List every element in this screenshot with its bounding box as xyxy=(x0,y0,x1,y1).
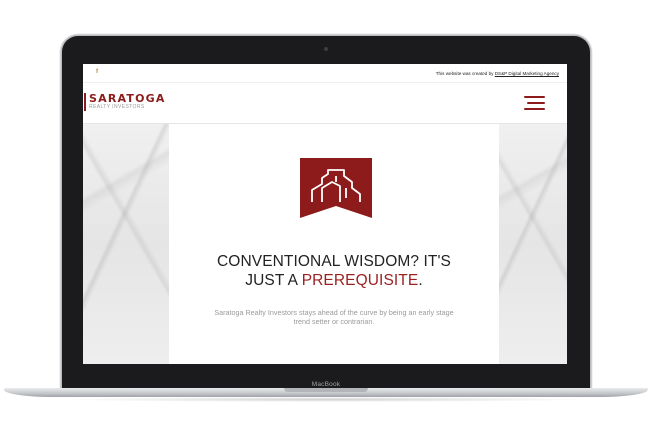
headline-line-1: CONVENTIONAL WISDOM? IT'S xyxy=(217,253,451,270)
building-emblem-icon xyxy=(300,158,372,218)
menu-line xyxy=(527,102,545,104)
laptop-screen: f This website was created by DS&P Digit… xyxy=(83,64,567,364)
menu-line xyxy=(524,96,545,98)
headline-prefix: JUST A xyxy=(245,272,302,289)
site-header: SARATOGA REALTY INVESTORS xyxy=(83,83,567,124)
logo-subtitle: REALTY INVESTORS xyxy=(89,104,145,110)
site-credit-prefix: This website was created by xyxy=(435,71,495,76)
site-credit: This website was created by DS&P Digital… xyxy=(436,71,559,76)
facebook-icon[interactable]: f xyxy=(96,69,98,75)
hero-content: CONVENTIONAL WISDOM? IT'S JUST A PREREQU… xyxy=(169,124,499,364)
laptop-opening-notch xyxy=(284,388,368,392)
logo-name: SARATOGA xyxy=(89,92,166,105)
marble-background-right xyxy=(499,124,567,364)
agency-link[interactable]: DS&P Digital Marketing Agency xyxy=(495,71,559,76)
headline-accent: PREREQUISITE xyxy=(301,272,419,289)
marble-background-left xyxy=(83,124,169,364)
laptop-shadow xyxy=(60,397,592,402)
hero-headline: CONVENTIONAL WISDOM? IT'S JUST A PREREQU… xyxy=(169,252,499,290)
headline-line-2: JUST A PREREQUISITE. xyxy=(169,271,499,290)
webcam xyxy=(324,47,328,51)
site-logo[interactable]: SARATOGA REALTY INVESTORS xyxy=(84,93,166,111)
hero-tagline: Saratoga Realty Investors stays ahead of… xyxy=(214,308,454,326)
laptop-brand-label: MacBook xyxy=(311,381,341,388)
headline-suffix: . xyxy=(418,272,423,289)
hamburger-menu-icon[interactable] xyxy=(524,96,545,110)
menu-line xyxy=(524,108,545,110)
website-topbar: f This website was created by DS&P Digit… xyxy=(83,64,567,83)
hero-section: CONVENTIONAL WISDOM? IT'S JUST A PREREQU… xyxy=(83,124,567,364)
